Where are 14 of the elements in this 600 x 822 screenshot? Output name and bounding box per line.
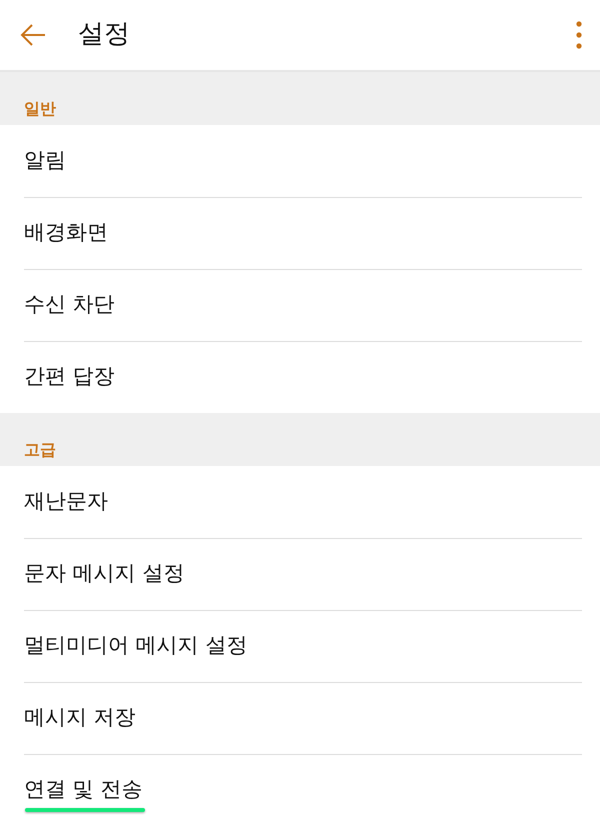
settings-item[interactable]: 문자 메시지 설정 (0, 538, 600, 610)
settings-item[interactable]: 연결 및 전송 (0, 754, 600, 822)
back-arrow-icon (20, 24, 46, 46)
settings-item[interactable]: 간편 답장 (0, 341, 600, 413)
settings-item[interactable]: 재난문자 (0, 466, 600, 538)
settings-item[interactable]: 메시지 저장 (0, 682, 600, 754)
section-title: 일반 (24, 98, 56, 118)
settings-item[interactable]: 수신 차단 (0, 269, 600, 341)
menu-icon (576, 21, 582, 49)
screen-title: 설정 (78, 19, 130, 51)
section-title: 고급 (24, 440, 56, 459)
settings-item[interactable]: 멀티미디어 메시지 설정 (0, 610, 600, 682)
settings-item[interactable]: 알림 (0, 125, 600, 197)
settings-item[interactable]: 배경화면 (0, 197, 600, 269)
